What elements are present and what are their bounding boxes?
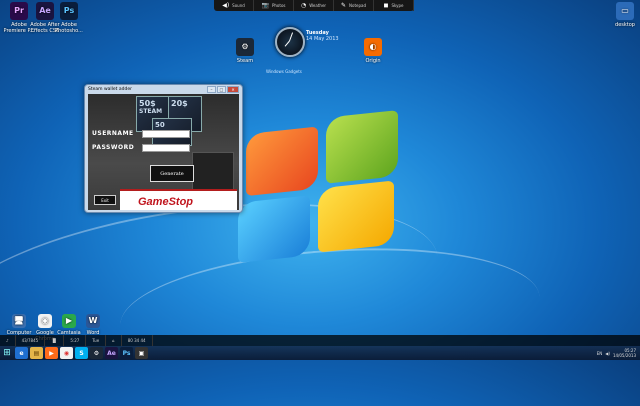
taskbar-app-button[interactable]: ▣: [135, 347, 148, 359]
tray-date[interactable]: 14/05/2013: [613, 353, 636, 358]
app-icon: ⚙: [236, 38, 254, 56]
minimize-button[interactable]: –: [207, 85, 216, 93]
monitor-text: 80 34 44: [127, 338, 146, 343]
monitor-cell: 43/7845: [16, 335, 46, 346]
gadget-button[interactable]: 📷 Photos: [254, 0, 294, 11]
app-icon: Pr: [10, 2, 28, 20]
taskbar-app-button[interactable]: ◉: [60, 347, 73, 359]
system-monitor-bar: ♪ 43/7845 ▐▌ 5:27 Tue ⌂ 80 34 44: [0, 335, 640, 346]
app-icon: ◉: [38, 314, 52, 328]
gamestop-banner: GameStop: [120, 189, 237, 210]
monitor-icon: ⌂: [112, 338, 115, 343]
app-icon: 🖥: [12, 314, 26, 328]
gadget-icon: ◔: [300, 2, 307, 9]
card-value: 50: [155, 121, 165, 129]
taskbar-app-button[interactable]: Ae: [105, 347, 118, 359]
start-button[interactable]: ⊞: [0, 346, 14, 360]
gadget-bar: ◀) Sound 📷 Photos ◔ Weather ✎ Notepad ◼ Skype: [214, 0, 414, 11]
gamestop-logo: GameStop: [138, 195, 194, 208]
monitor-icon: ▐▌: [51, 338, 58, 343]
taskbar-app-button[interactable]: ▶: [45, 347, 58, 359]
monitor-cell: ♪: [0, 335, 16, 346]
username-field[interactable]: [142, 130, 190, 138]
generate-button[interactable]: Generate: [150, 165, 194, 182]
username-label: USERNAME: [92, 130, 134, 137]
app-icon: ◐: [364, 38, 382, 56]
card-brand: STEAM: [139, 108, 163, 115]
taskbar-app-button[interactable]: Ps: [120, 347, 133, 359]
monitor-text: Tue: [92, 338, 100, 343]
taskbar-app-button[interactable]: ▤: [30, 347, 43, 359]
close-button[interactable]: ✕: [227, 85, 239, 93]
gadget-button[interactable]: ✎ Notepad: [334, 0, 374, 11]
desktop-icon[interactable]: ⚙ Steam: [228, 38, 262, 64]
card-value: 20$: [171, 99, 188, 108]
monitor-text: 43/7845: [21, 338, 39, 343]
desktop-icon[interactable]: ▭ desktop: [608, 2, 640, 28]
monitor-text: 5:27: [70, 338, 80, 343]
cash-register-image: [192, 152, 234, 190]
exit-button[interactable]: Exit: [94, 195, 116, 205]
window-content: 50$ STEAM 20$ 50 USERNAME PASSWORD Gener…: [88, 94, 239, 210]
window-title: Steam wallet adder: [88, 86, 132, 92]
gadget-icon: ◼: [383, 2, 389, 9]
volume-icon[interactable]: ◀): [605, 351, 610, 356]
gadget-label: Weather: [309, 3, 327, 8]
desktop-icon-label: Adobe Photosho...: [55, 22, 83, 34]
desktop-icon[interactable]: ◐ Origin: [356, 38, 390, 64]
window-titlebar[interactable]: Steam wallet adder – □ ✕: [85, 85, 242, 93]
desktop-icon-label: desktop: [615, 22, 635, 28]
gadget-label: Notepad: [349, 3, 367, 8]
desktop-icon-label: Origin: [365, 58, 381, 64]
app-icon: W: [86, 314, 100, 328]
gadget-button[interactable]: ◔ Weather: [294, 0, 334, 11]
app-icon: ▭: [616, 2, 634, 20]
gadget-label: Sound: [232, 3, 245, 8]
gadget-button[interactable]: ◀) Sound: [214, 0, 254, 11]
monitor-icon: ♪: [6, 338, 9, 343]
gadget-note: Windows Gadgets: [266, 69, 302, 74]
taskbar-app-button[interactable]: S: [75, 347, 88, 359]
card-value: 50$: [139, 99, 156, 108]
gadget-icon: ✎: [340, 2, 347, 9]
taskbar-app-button[interactable]: e: [15, 347, 28, 359]
gadget-icon: ◀): [222, 2, 230, 9]
steam-wallet-window[interactable]: Steam wallet adder – □ ✕ 50$ STEAM 20$ 5…: [84, 84, 243, 213]
password-field[interactable]: [142, 144, 190, 152]
monitor-cell: ⌂: [106, 335, 122, 346]
clock-gadget[interactable]: [275, 27, 305, 57]
system-tray: EN ◀) 05:27 14/05/2013: [597, 348, 640, 358]
password-label: PASSWORD: [92, 144, 135, 151]
clock-date: 14 May 2013: [306, 36, 339, 42]
monitor-cell: 80 34 44: [122, 335, 153, 346]
monitor-cell: 5:27: [64, 335, 87, 346]
gadget-label: Skype: [391, 3, 404, 8]
gadget-icon: 📷: [261, 2, 269, 9]
monitor-cell: ▐▌: [45, 335, 65, 346]
language-indicator[interactable]: EN: [597, 351, 603, 356]
desktop-icon[interactable]: W Word: [76, 314, 110, 336]
desktop-icon[interactable]: Ps Adobe Photosho...: [52, 2, 86, 34]
desktop-icon-label: Steam: [236, 58, 254, 64]
monitor-cell: Tue: [86, 335, 107, 346]
clock-text: Tuesday 14 May 2013: [306, 30, 339, 42]
app-icon: Ps: [60, 2, 78, 20]
windows-logo: [238, 99, 408, 267]
app-icon: ▶: [62, 314, 76, 328]
gadget-label: Photos: [271, 3, 286, 8]
taskbar: ⊞ e ▤ ▶ ◉ S ⚙ Ae Ps ▣ EN ◀) 05:27 14/05/2013: [0, 346, 640, 360]
maximize-button[interactable]: □: [217, 85, 226, 93]
gadget-button[interactable]: ◼ Skype: [374, 0, 414, 11]
taskbar-app-button[interactable]: ⚙: [90, 347, 103, 359]
